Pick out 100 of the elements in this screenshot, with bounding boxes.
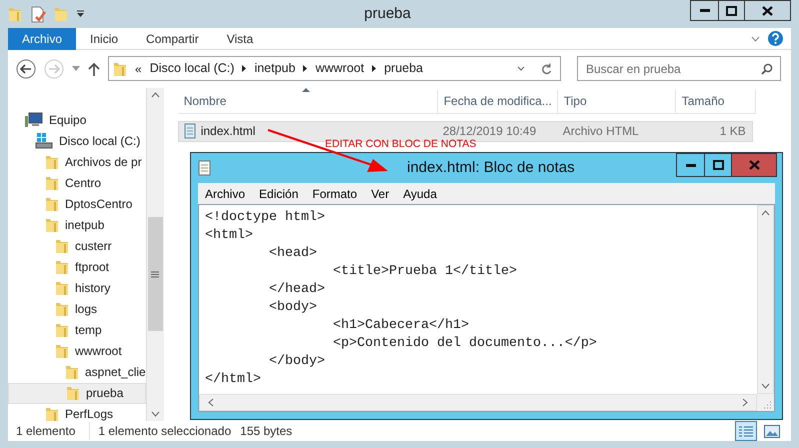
tree-label: PerfLogs (65, 406, 114, 421)
tree-item[interactable]: Archivos de pr (8, 152, 146, 173)
breadcrumb-item[interactable]: inetpub (254, 59, 296, 78)
code-line: <head> (268, 245, 317, 263)
scroll-up-icon[interactable] (150, 92, 160, 98)
menu-item[interactable]: Ver (364, 184, 396, 202)
column-header[interactable]: Tipo (558, 90, 676, 113)
tree-item[interactable]: Disco local (C:) (8, 130, 146, 152)
menu-item[interactable]: Formato (305, 184, 364, 202)
code-line: <!doctype html> (205, 209, 325, 227)
file-date: 28/12/2019 10:49 (442, 123, 538, 140)
menu-item[interactable]: Ayuda (396, 184, 444, 202)
status-text: 1 elemento seleccionado (89, 422, 232, 440)
tree-item[interactable]: ftproot (8, 256, 146, 278)
back-button[interactable] (16, 58, 36, 79)
close-button[interactable] (745, 0, 791, 21)
tree-item[interactable]: aspnet_clie (8, 362, 146, 383)
folder-icon (45, 406, 59, 421)
properties-icon[interactable] (30, 6, 46, 22)
tree-label: custerr (75, 238, 112, 256)
tree-item[interactable]: Equipo (8, 110, 146, 131)
breadcrumb-arrow-icon[interactable] (242, 65, 246, 72)
minimize-icon (686, 164, 696, 166)
tree-label: ftproot (75, 259, 110, 276)
tree-item[interactable]: Centro (8, 172, 146, 194)
tree-label: logs (75, 301, 98, 318)
code-line: </html> (205, 371, 261, 389)
details-view-button[interactable] (735, 421, 757, 441)
picture-view-icon (764, 424, 780, 438)
computer-icon (25, 112, 43, 128)
vertical-scroll-bar[interactable] (757, 205, 774, 394)
folder-icon (65, 364, 79, 380)
drive-icon (35, 133, 53, 150)
breadcrumb-item[interactable]: Disco local (C:) (150, 59, 234, 78)
menu-item[interactable]: Edición (252, 184, 306, 202)
column-header[interactable]: Fecha de modifica... (438, 90, 558, 113)
tree-label: Archivos de pr (65, 154, 142, 172)
tree-item[interactable]: history (8, 278, 146, 299)
folder-icon (55, 238, 69, 254)
tree-item[interactable]: custerr (8, 236, 146, 257)
search-icon[interactable] (761, 63, 773, 76)
customize-dropdown-icon[interactable] (76, 10, 85, 18)
file-size: 1 KB (718, 123, 747, 140)
tree-item[interactable]: PerfLogs (8, 404, 146, 421)
scroll-up-icon[interactable] (761, 210, 770, 216)
menu-item[interactable]: Archivo (198, 184, 252, 202)
tree-label: Centro (65, 175, 102, 192)
breadcrumb-arrow-icon[interactable] (372, 65, 376, 72)
dropdown-icon[interactable] (517, 66, 525, 72)
maximize-button[interactable] (719, 0, 745, 21)
tree-label: Equipo (49, 112, 86, 130)
address-bar[interactable]: « Disco local (C:) inetpub wwwroot prueba (108, 56, 561, 82)
breadcrumb-item[interactable]: wwwroot (315, 59, 364, 78)
scroll-thumb[interactable] (148, 217, 163, 332)
code-line: <p>Contenido del documento...</p> (332, 335, 597, 353)
folder-icon (66, 385, 80, 402)
scroll-down-icon[interactable] (150, 411, 160, 417)
up-arrow-icon[interactable] (88, 62, 100, 76)
horizontal-scroll-bar[interactable] (199, 394, 757, 411)
tree-label: wwwroot (75, 343, 122, 360)
folder-icon (45, 196, 59, 212)
help-icon[interactable] (768, 31, 783, 46)
scroll-left-icon[interactable] (208, 398, 214, 407)
code-line: </body> (268, 353, 325, 371)
expand-ribbon-icon[interactable] (751, 36, 760, 42)
tree-item[interactable]: DptosCentro (8, 194, 146, 215)
tree-item[interactable]: temp (8, 320, 146, 341)
ribbon-tab[interactable]: Compartir (132, 28, 213, 50)
column-header[interactable]: Nombre (178, 90, 438, 113)
tree-item[interactable]: logs (8, 298, 146, 320)
tree-item[interactable]: wwwroot (8, 340, 146, 362)
notepad-icon (198, 160, 211, 176)
ribbon-tab[interactable]: Vista (212, 28, 268, 50)
breadcrumb-item[interactable]: prueba (384, 59, 424, 78)
window-title: prueba (364, 4, 411, 22)
maximize-icon (712, 160, 724, 170)
tree-item[interactable]: inetpub (8, 214, 146, 236)
tree-item[interactable]: prueba (8, 382, 146, 404)
column-header[interactable]: Tamaño (676, 90, 756, 113)
folder-icon (45, 217, 59, 234)
tree-label: aspnet_clie (85, 364, 146, 382)
ribbon-tab[interactable]: Inicio (76, 28, 132, 50)
scroll-down-icon[interactable] (761, 383, 770, 389)
folder-icon (113, 60, 127, 77)
code-line: <body> (268, 299, 317, 317)
ribbon-tab[interactable]: Archivo (8, 28, 76, 50)
tree-label: DptosCentro (65, 196, 132, 214)
minimize-icon (700, 9, 710, 12)
scroll-right-icon[interactable] (742, 398, 748, 407)
folder-icon (55, 343, 69, 360)
search-field[interactable]: Buscar en prueba (577, 56, 781, 82)
scroll-bar[interactable] (146, 88, 164, 421)
minimize-button[interactable] (690, 0, 719, 21)
address-overflow[interactable]: « (135, 60, 142, 78)
minimize-button[interactable] (676, 153, 705, 177)
folder-icon (55, 280, 69, 296)
code-line: <h1>Cabecera</h1> (332, 317, 469, 335)
breadcrumb-arrow-icon[interactable] (303, 65, 308, 72)
recent-locations-icon[interactable] (72, 66, 80, 72)
refresh-icon[interactable] (541, 62, 552, 75)
